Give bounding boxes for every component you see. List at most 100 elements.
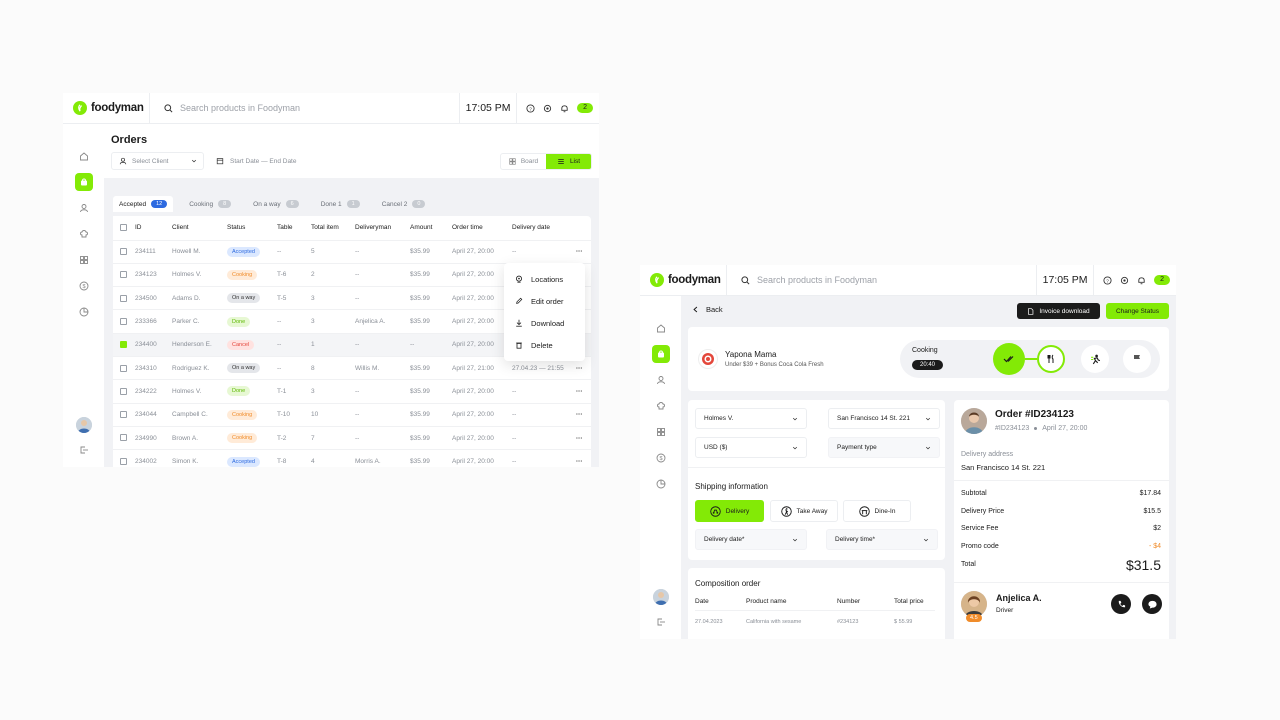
list-view-button[interactable]: List xyxy=(546,154,591,169)
row-checkbox[interactable] xyxy=(120,364,127,372)
tab-done[interactable]: Done 11 xyxy=(315,196,366,212)
row-select-cell xyxy=(113,402,135,427)
ship-takeaway-option[interactable]: Take Away xyxy=(770,500,838,522)
row-checkbox[interactable] xyxy=(120,248,127,256)
settings-icon[interactable] xyxy=(543,104,552,113)
message-driver-button[interactable] xyxy=(1142,594,1162,614)
summary-delivery-price: Delivery Price $15.5 xyxy=(961,507,1161,515)
nav-grid[interactable] xyxy=(75,251,93,269)
row-checkbox[interactable] xyxy=(120,387,127,395)
ship-delivery-option[interactable]: Delivery xyxy=(695,500,764,522)
table-row[interactable]: 234044 Campbell C. Cooking T-10 10 -- $35.99 Ap… xyxy=(113,402,591,427)
call-driver-button[interactable] xyxy=(1111,594,1131,614)
menu-locations[interactable]: Locations xyxy=(504,268,585,290)
step-progress-line xyxy=(1025,358,1037,360)
nav-payments[interactable]: $ xyxy=(652,449,670,467)
row-checkbox[interactable] xyxy=(120,341,127,349)
delivery-date-select[interactable]: Delivery date* xyxy=(695,529,807,550)
tab-cancel[interactable]: Cancel 20 xyxy=(376,196,432,212)
menu-delete[interactable]: Delete xyxy=(504,334,585,356)
row-more-button[interactable]: ··· xyxy=(576,379,591,404)
logout-button[interactable] xyxy=(75,441,93,459)
client-select[interactable]: Holmes V. xyxy=(695,408,807,429)
cell-items: 1 xyxy=(311,332,355,357)
cell-amount: $35.99 xyxy=(410,379,452,404)
nav-chef[interactable] xyxy=(652,397,670,415)
row-checkbox[interactable] xyxy=(120,271,127,279)
board-view-button[interactable]: Board xyxy=(501,154,546,169)
status-badge: On a way xyxy=(227,363,261,374)
row-more-button[interactable]: ··· xyxy=(576,402,591,427)
tab-on-a-way[interactable]: On a way 6 xyxy=(247,196,305,212)
page-title: Orders xyxy=(111,134,148,146)
menu-edit-order[interactable]: Edit order xyxy=(504,290,585,312)
cell-time: April 27, 20:00 xyxy=(452,262,512,287)
date-range-picker[interactable]: Start Date — End Date xyxy=(212,152,306,170)
row-checkbox[interactable] xyxy=(120,317,127,325)
address-select[interactable]: San Francisco 14 St. 221 xyxy=(828,408,940,429)
driver-divider xyxy=(954,582,1169,583)
bell-icon[interactable] xyxy=(560,104,569,113)
select-all-checkbox[interactable] xyxy=(120,224,127,232)
cell-id: 234123 xyxy=(135,262,172,287)
user-avatar[interactable] xyxy=(75,417,92,433)
bell-icon[interactable] xyxy=(1137,276,1146,285)
tab-count: 12 xyxy=(151,200,168,208)
table-row[interactable]: 234002 Simon K. Accepted T-8 4 Morris A. $35.9… xyxy=(113,449,591,467)
cell-time: April 27, 20:00 xyxy=(452,449,512,467)
search-bar[interactable]: Search products in Foodyman xyxy=(726,265,1036,295)
back-button[interactable]: Back xyxy=(692,305,723,314)
search-input[interactable]: Search products in Foodyman xyxy=(757,275,877,285)
row-checkbox[interactable] xyxy=(120,411,127,419)
search-bar[interactable]: Search products in Foodyman xyxy=(149,93,459,123)
nav-chef[interactable] xyxy=(75,225,93,243)
grid-icon xyxy=(656,428,665,436)
nav-orders[interactable] xyxy=(74,173,93,191)
col-deliveryman: Deliveryman xyxy=(355,224,392,232)
dollar-icon: $ xyxy=(79,281,88,291)
client-select[interactable]: Select Client xyxy=(111,152,204,170)
row-more-button[interactable]: ··· xyxy=(576,449,591,467)
tab-accepted[interactable]: Accepted 12 xyxy=(113,196,174,212)
table-row[interactable]: 234111 Howell M. Accepted -- 5 -- $35.99 April … xyxy=(113,239,591,264)
table-row[interactable]: 234222 Holmes V. Done T-1 3 -- $35.99 April 27,… xyxy=(113,379,591,404)
logout-button[interactable] xyxy=(652,613,670,631)
ship-dinein-option[interactable]: Dine-In xyxy=(843,500,911,522)
nav-reports[interactable] xyxy=(652,475,670,493)
restaurant-logo xyxy=(698,349,718,369)
settings-icon[interactable] xyxy=(1120,276,1129,285)
payment-type-select[interactable]: Payment type xyxy=(828,437,940,458)
row-more-button[interactable]: ··· xyxy=(576,239,591,264)
tab-cooking[interactable]: Cooking 8 xyxy=(183,196,237,212)
row-more-button[interactable]: ··· xyxy=(576,425,591,450)
row-checkbox[interactable] xyxy=(120,434,127,442)
user-avatar[interactable] xyxy=(652,589,669,605)
search-icon xyxy=(164,103,173,112)
invoice-download-button[interactable]: Invoice download xyxy=(1017,303,1100,319)
nav-users[interactable] xyxy=(75,199,93,217)
search-input[interactable]: Search products in Foodyman xyxy=(180,103,300,113)
col-client: Client xyxy=(172,224,189,232)
nav-home[interactable] xyxy=(652,319,670,337)
menu-download[interactable]: Download xyxy=(504,312,585,334)
row-checkbox[interactable] xyxy=(120,457,127,465)
help-icon[interactable]: ? xyxy=(1103,275,1112,285)
table-row[interactable]: 234990 Brown A. Cooking T-2 7 -- $35.99 April 2… xyxy=(113,425,591,450)
currency-select[interactable]: USD ($) xyxy=(695,437,807,458)
arrow-left-icon xyxy=(693,306,698,313)
nav-orders[interactable] xyxy=(651,345,670,363)
delivery-time-select[interactable]: Delivery time* xyxy=(826,529,938,550)
dot-separator xyxy=(1034,427,1038,430)
tab-count: 6 xyxy=(285,200,299,208)
svg-text:$: $ xyxy=(82,284,85,290)
help-icon[interactable]: ? xyxy=(526,103,535,113)
nav-home[interactable] xyxy=(75,147,93,165)
col-amount: Amount xyxy=(410,224,433,232)
nav-grid[interactable] xyxy=(652,423,670,441)
nav-reports[interactable] xyxy=(75,303,93,321)
nav-users[interactable] xyxy=(652,371,670,389)
nav-payments[interactable]: $ xyxy=(75,277,93,295)
cell-table: T-1 xyxy=(277,379,311,404)
change-status-button[interactable]: Change Status xyxy=(1106,303,1169,319)
row-checkbox[interactable] xyxy=(120,294,127,302)
